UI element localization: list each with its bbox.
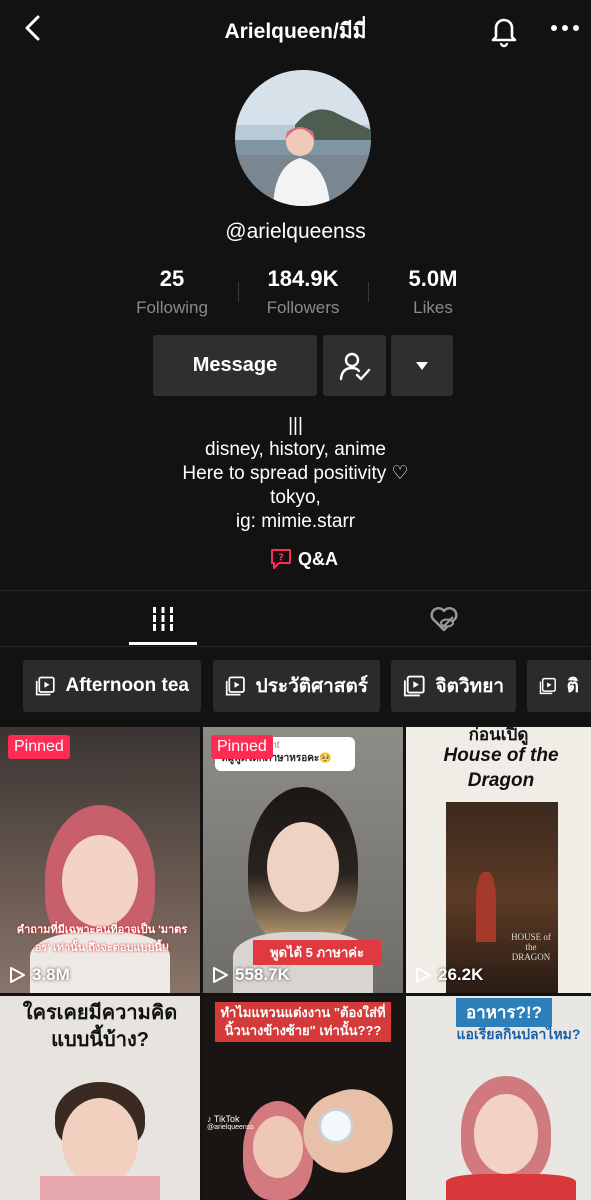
video-caption: คำถามที่มีเฉพาะคนที่อาจเป็น 'มาตรอร' เท่… xyxy=(16,924,188,954)
video-tile[interactable]: st's comment หมูพูดได้กี่ภาษาหรอคะ🥺 พูดไ… xyxy=(203,727,403,993)
ring-shape xyxy=(318,1108,354,1144)
view-count-value: 558.7K xyxy=(235,965,290,984)
face-shape xyxy=(253,1116,303,1178)
likes-label: Likes xyxy=(413,298,453,317)
video-caption: ทำไมแหวนแต่งงาน "ต้องใส่ที่นิ้วนางข้างซ้… xyxy=(215,1002,391,1042)
shirt-shape xyxy=(446,1174,576,1200)
playlist-label: ประวัติศาสตร์ xyxy=(255,676,368,697)
watermark-icon: ♪ xyxy=(207,1114,212,1124)
bio-line: tokyo, xyxy=(270,487,321,508)
bio-line: Here to spread positivity ♡ xyxy=(182,463,409,484)
more-icon[interactable] xyxy=(548,15,582,41)
face-shape xyxy=(267,822,339,912)
playlist-icon xyxy=(403,675,425,697)
following-count: 25 xyxy=(159,266,185,291)
playlist-label: Afternoon tea xyxy=(65,675,190,696)
following-stat[interactable]: 25 Following xyxy=(102,266,242,318)
face-shape xyxy=(62,835,138,927)
video-tile[interactable]: ใครเคยมีความคิด แบบนี้บ้าง? xyxy=(0,996,200,1200)
video-caption: พูดได้ 5 ภาษาค่ะ xyxy=(253,940,381,965)
video-tile[interactable]: อาหาร?!? แอเรียลกินปลาไหม? xyxy=(406,996,591,1200)
liked-hidden-icon[interactable] xyxy=(428,603,460,635)
shirt-shape xyxy=(40,1176,160,1200)
message-button[interactable]: Message xyxy=(153,335,317,396)
content-tabs xyxy=(0,590,591,647)
bio: ||| disney, history, anime Here to sprea… xyxy=(0,414,591,534)
poster-figure xyxy=(476,872,496,942)
play-icon xyxy=(416,967,431,983)
playlist-label: จิตวิทยา xyxy=(435,676,504,697)
video-caption-top: อาหาร?!? xyxy=(456,998,552,1027)
watermark-handle: @arielqueenss xyxy=(207,1124,254,1131)
pinned-badge: Pinned xyxy=(211,735,273,759)
view-count: 26.2K xyxy=(414,965,483,985)
bio-line: ||| xyxy=(288,415,303,436)
likes-stat[interactable]: 5.0M Likes xyxy=(363,266,503,318)
followers-count: 184.9K xyxy=(267,266,339,291)
video-tile[interactable]: ทำไมแหวนแต่งงาน "ต้องใส่ที่นิ้วนางข้างซ้… xyxy=(203,996,403,1200)
tiktok-watermark: ♪ TikTok @arielqueenss xyxy=(207,1114,254,1131)
username-handle: @arielqueenss xyxy=(225,220,366,243)
watermark-text: TikTok xyxy=(213,1114,240,1124)
video-tile[interactable]: คำถามที่มีเฉพาะคนที่อาจเป็น 'มาตรอร' เท่… xyxy=(0,727,200,993)
playlist-icon xyxy=(35,676,55,696)
suggested-accounts-button[interactable] xyxy=(391,335,453,396)
playlist-chip[interactable]: Afternoon tea xyxy=(23,660,201,712)
caret-down-icon xyxy=(416,361,428,370)
playlist-chip[interactable]: ติ xyxy=(527,660,591,712)
play-icon xyxy=(10,967,25,983)
playlist-icon xyxy=(225,676,245,696)
playlist-icon xyxy=(539,677,556,695)
poster-text: HOUSE of the DRAGON xyxy=(511,932,551,962)
qa-label: Q&A xyxy=(298,548,338,569)
playlist-label: ติ xyxy=(566,676,579,697)
video-tile[interactable]: ก่อนเปิดู House of the Dragon HOUSE of t… xyxy=(406,727,591,993)
bell-icon[interactable] xyxy=(486,12,522,48)
playlist-chip[interactable]: จิตวิทยา xyxy=(391,660,516,712)
active-tab-indicator xyxy=(129,642,197,645)
pinned-badge: Pinned xyxy=(8,735,70,759)
following-label: Following xyxy=(136,298,208,317)
svg-text:?: ? xyxy=(278,553,284,564)
bio-line: disney, history, anime xyxy=(205,439,386,460)
video-caption: ใครเคยมีความคิด แบบนี้บ้าง? xyxy=(22,1002,178,1051)
view-count-value: 3.8M xyxy=(32,965,70,984)
qa-link[interactable]: ? Q&A xyxy=(270,546,338,572)
view-count-value: 26.2K xyxy=(438,965,484,984)
videos-grid-icon[interactable] xyxy=(148,605,178,633)
face-shape xyxy=(62,1098,138,1186)
playlist-chip[interactable]: ประวัติศาสตร์ xyxy=(213,660,380,712)
avatar[interactable] xyxy=(235,70,371,206)
qa-bubble-icon: ? xyxy=(271,549,291,569)
user-check-icon xyxy=(339,352,370,380)
likes-count: 5.0M xyxy=(408,266,458,291)
view-count: 3.8M xyxy=(8,965,70,985)
following-status-button[interactable] xyxy=(323,335,386,396)
top-bar: Arielqueen/มีมี่ xyxy=(0,0,591,58)
followers-stat[interactable]: 184.9K Followers xyxy=(233,266,373,318)
play-icon xyxy=(213,967,228,983)
view-count: 558.7K xyxy=(211,965,290,985)
video-caption: แอเรียลกินปลาไหม? xyxy=(456,1026,581,1042)
face-shape xyxy=(474,1094,538,1174)
bio-line: ig: mimie.starr xyxy=(235,511,356,532)
video-caption-title: House of the Dragon xyxy=(443,745,559,791)
followers-label: Followers xyxy=(266,298,340,317)
